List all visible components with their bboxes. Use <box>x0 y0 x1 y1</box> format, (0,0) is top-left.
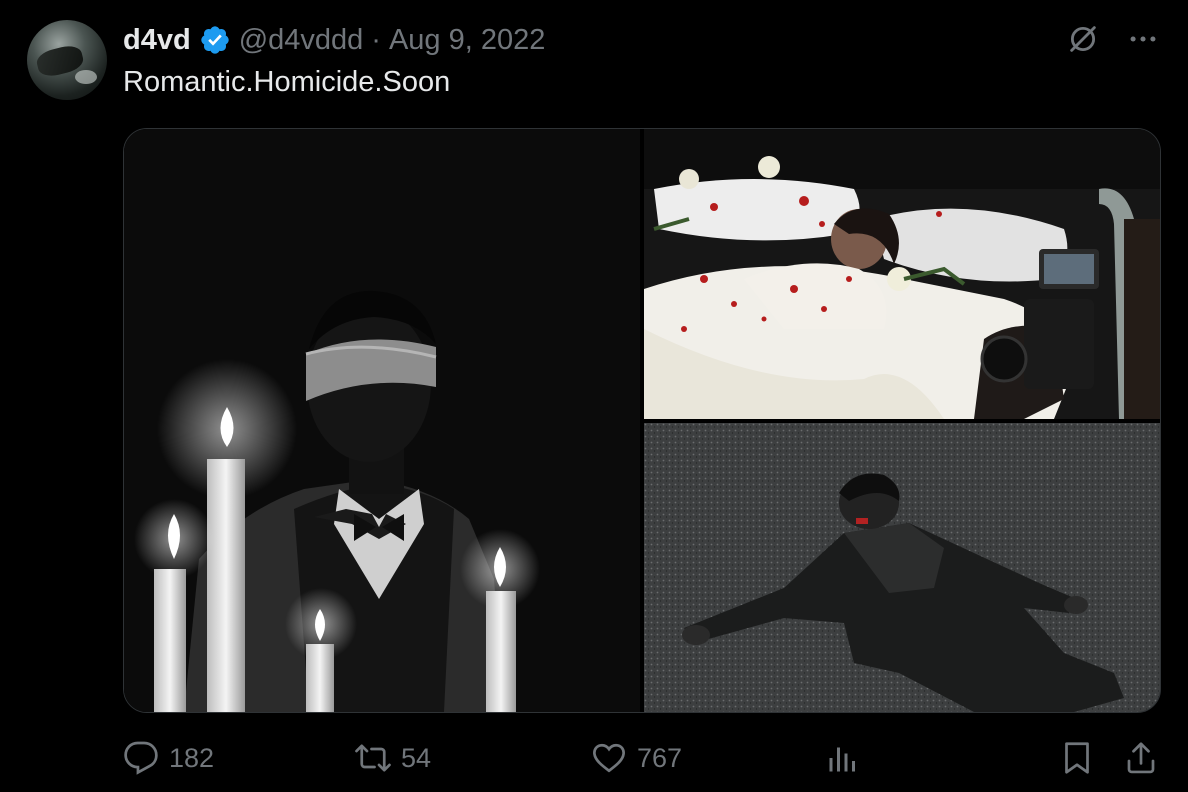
media-photo-pillows[interactable] <box>644 129 1160 419</box>
media-photo-pavement[interactable] <box>644 423 1160 712</box>
like-button[interactable]: 767 <box>591 736 682 780</box>
tweet-actions: 182 54 767 <box>123 736 1159 780</box>
repost-button[interactable]: 54 <box>355 736 431 780</box>
tweet-text: Romantic.Homicide.Soon <box>123 66 451 98</box>
tweet-date[interactable]: Aug 9, 2022 <box>389 24 545 57</box>
analytics-icon <box>829 747 855 772</box>
avatar-highlight <box>75 70 97 84</box>
repost-icon <box>355 744 391 772</box>
media-grid <box>123 128 1161 713</box>
reply-button[interactable]: 182 <box>123 736 214 780</box>
tweet-top-actions <box>1066 22 1160 56</box>
reply-count: 182 <box>169 742 215 773</box>
author-handle[interactable]: @d4vddd <box>239 24 364 57</box>
more-icon[interactable] <box>1126 22 1160 56</box>
bookmark-icon <box>1065 742 1089 774</box>
verified-badge-icon <box>199 24 231 56</box>
media-photo-candles[interactable] <box>124 129 640 712</box>
share-button[interactable] <box>1123 736 1159 780</box>
separator-dot: · <box>371 23 381 56</box>
heart-icon <box>593 743 625 773</box>
share-icon <box>1127 742 1155 774</box>
grok-icon[interactable] <box>1066 22 1100 56</box>
repost-count: 54 <box>401 742 432 773</box>
tweet-header: d4vd @d4vddd · Aug 9, 2022 <box>123 22 545 58</box>
profile-avatar[interactable] <box>27 20 107 100</box>
reply-icon <box>124 741 158 775</box>
author-display-name[interactable]: d4vd <box>123 24 191 57</box>
analytics-button[interactable] <box>825 736 861 780</box>
bookmark-button[interactable] <box>1059 736 1095 780</box>
like-count: 767 <box>637 742 683 773</box>
